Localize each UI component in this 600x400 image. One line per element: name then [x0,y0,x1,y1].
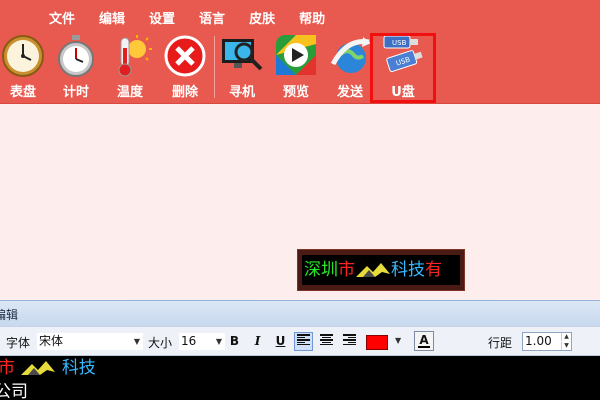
timer-tool-label: 计时 [62,85,89,100]
menu-edit[interactable]: 编辑 [99,8,125,27]
timer-tool-button[interactable]: 计时 [49,34,103,102]
main-menu: 文件 编辑 设置 语言 皮肤 帮助 [49,0,349,34]
spin-up-icon[interactable]: ▲ [561,333,571,341]
align-right-button[interactable] [340,332,359,351]
preview-text-segment: 科技 [391,260,425,280]
thermometer-icon [118,35,152,77]
underline-button[interactable]: U [271,332,290,351]
menu-file[interactable]: 文件 [49,8,75,27]
text-editor-area[interactable]: 市 科技 公司 [0,356,600,400]
editor-line: 市 科技 [0,356,96,380]
send-globe-icon [330,37,371,73]
text-color-swatch[interactable] [366,335,388,350]
delete-tool-button[interactable]: 删除 [158,34,212,102]
usb-drive-highlight-box [370,33,436,103]
preview-text-segment: 有 [425,260,442,280]
temperature-tool-button[interactable]: 温度 [103,34,157,102]
line-spacing-value: 1.00 [525,334,552,348]
line-spacing-input[interactable]: 1.00 ▲ ▼ [522,332,572,351]
preview-play-icon [276,35,316,75]
chevron-down-icon: ▼ [133,337,140,346]
temperature-tool-label: 温度 [116,85,143,100]
preview-tool-button[interactable]: 预览 [269,34,323,102]
menu-language[interactable]: 语言 [199,8,225,27]
line-spacing-label: 行距 [488,336,513,350]
font-color-button[interactable]: A [414,331,434,351]
delete-tool-label: 删除 [171,85,198,100]
clock-tool-label: 表盘 [9,85,36,100]
preview-text-segment: 市 [338,260,355,280]
menu-bar: 文件 编辑 设置 语言 皮肤 帮助 [0,0,600,34]
editor-text-segment: 科技 [61,358,96,378]
editor-panel-title: 编辑 [0,308,19,322]
bold-button[interactable]: B [225,332,244,351]
font-size-value: 16 [181,334,197,348]
font-size-select[interactable]: 16 ▼ [178,332,226,351]
italic-button[interactable]: I [248,332,267,351]
editor-text-segment: 市 [0,358,15,378]
format-toolbar: 字体 宋体 ▼ 大小 16 ▼ B I U ▼ A 行距 1.00 ▲ ▼ [0,326,600,356]
align-left-icon [297,334,310,345]
menu-settings[interactable]: 设置 [149,8,175,27]
spin-down-icon[interactable]: ▼ [561,342,571,350]
preview-text-segment: 深圳 [304,260,338,280]
align-center-icon [320,334,333,345]
send-tool-label: 发送 [336,85,363,100]
company-logo-icon [356,263,390,277]
preview-tool-label: 预览 [282,85,309,100]
menu-skin[interactable]: 皮肤 [249,8,275,27]
send-tool-button[interactable]: 发送 [323,34,377,102]
chevron-down-icon: ▼ [215,337,222,346]
editor-line: 公司 [0,382,28,400]
align-center-button[interactable] [317,332,336,351]
led-preview-screen: 深圳市 科技有 [302,255,460,285]
led-preview-panel[interactable]: 深圳市 科技有 [297,249,465,291]
stopwatch-icon [58,35,94,77]
font-family-select[interactable]: 宋体 ▼ [36,332,144,351]
clock-icon [2,35,44,77]
align-right-icon [343,334,356,345]
size-label: 大小 [148,336,173,350]
find-device-tool-label: 寻机 [228,85,255,100]
align-left-button[interactable] [294,332,313,351]
toolbar: 表盘 计时 温度 删除 寻机 预览 发送 USB USB U盘 [0,34,600,104]
menu-help[interactable]: 帮助 [299,8,325,27]
clock-tool-button[interactable]: 表盘 [0,34,50,102]
company-logo-icon [21,361,56,375]
editor-panel-title-bar: 编辑 [0,300,600,326]
delete-icon [164,35,206,77]
font-label: 字体 [6,336,31,350]
search-monitor-icon [222,39,263,71]
font-family-value: 宋体 [39,334,64,348]
find-device-tool-button[interactable]: 寻机 [215,34,269,102]
chevron-down-icon[interactable]: ▼ [395,336,401,345]
